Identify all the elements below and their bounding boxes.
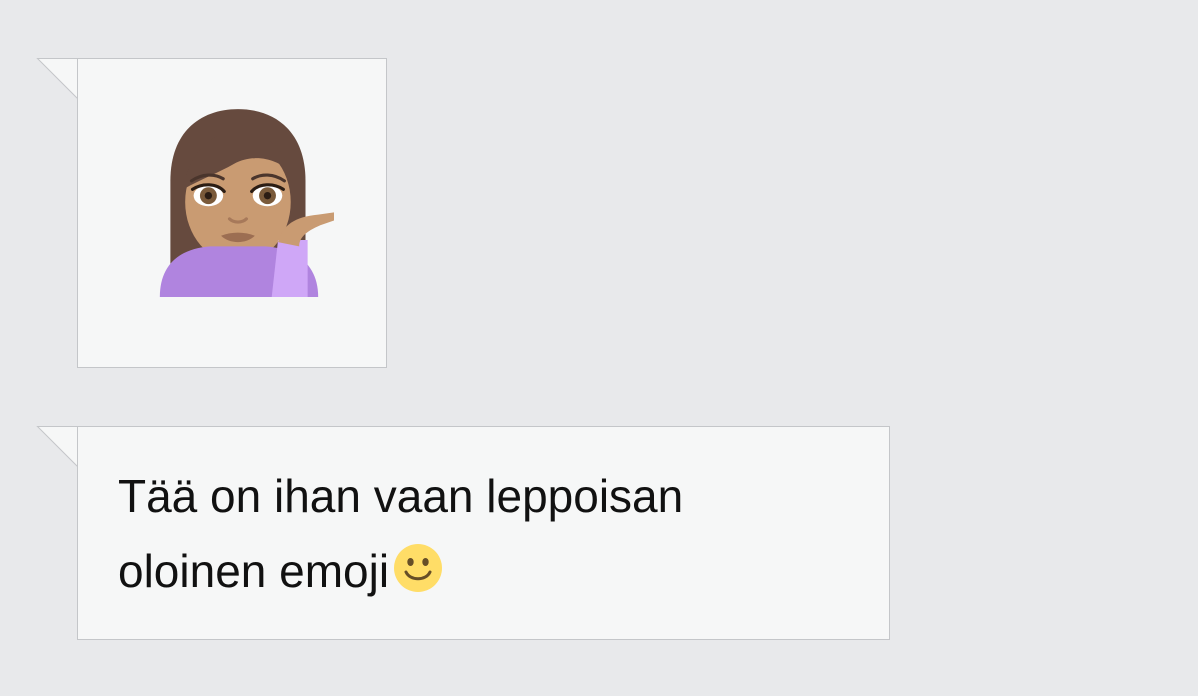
bubble-tail [36,426,79,468]
bubble-tail [36,58,79,100]
slightly-smiling-face-icon [394,544,443,592]
message-line: oloinen emoji [118,534,838,609]
woman-tipping-hand-icon [159,109,334,297]
message-line-text: oloinen emoji [118,545,390,597]
message-line: Tää on ihan vaan leppoisan [118,470,684,522]
message-text: Tää on ihan vaan leppoisan oloinen emoji [118,459,838,609]
message-bubble-text[interactable]: Tää on ihan vaan leppoisan oloinen emoji [77,426,890,640]
message-bubble-emoji[interactable] [77,58,387,368]
